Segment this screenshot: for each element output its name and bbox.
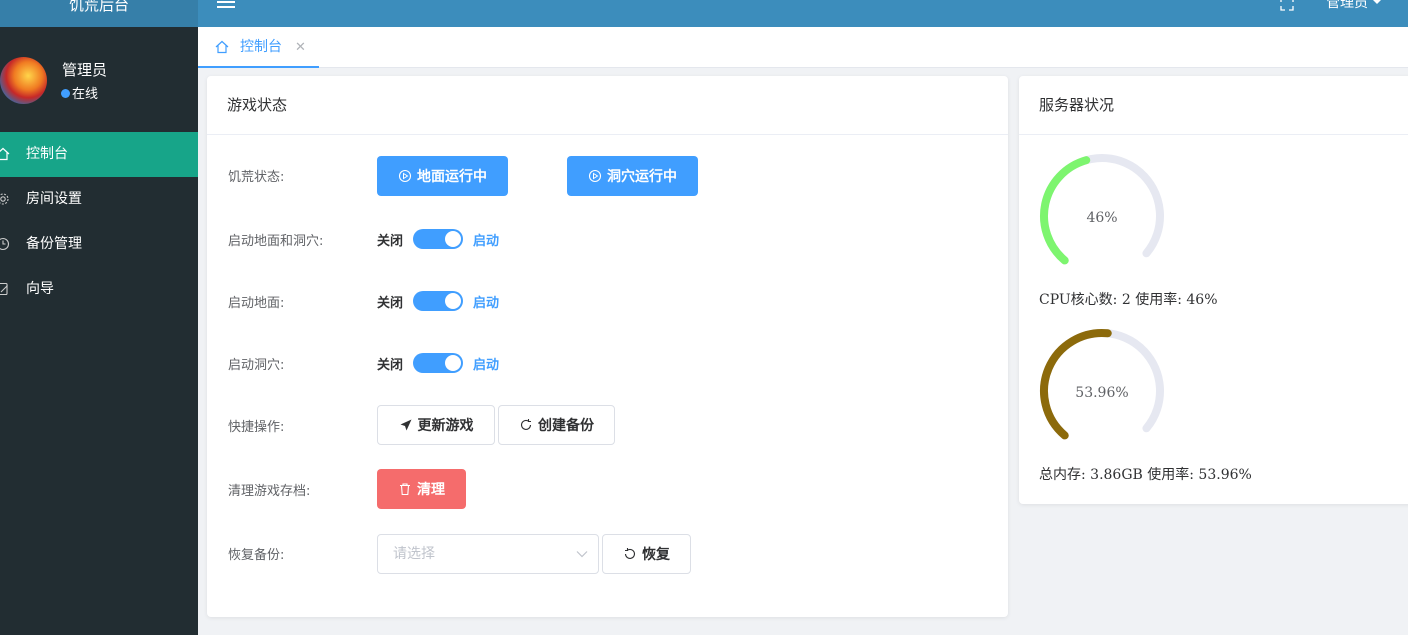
clear-save-label: 清理游戏存档:	[228, 484, 311, 499]
fullscreen-icon[interactable]	[1280, 0, 1294, 11]
sidebar: 管理员 在线 控制台 房间设置 备份管理 向导	[0, 27, 198, 635]
switch-off-text: 关闭	[377, 295, 404, 311]
gauge-fill	[1040, 156, 1091, 265]
menu-toggle-icon[interactable]	[217, 0, 235, 10]
start-cave-switch[interactable]	[413, 353, 464, 373]
online-dot-icon	[61, 89, 70, 98]
switch-knob	[445, 355, 462, 371]
avatar	[0, 57, 47, 104]
restore-button[interactable]: 恢复	[602, 534, 691, 574]
cpu-caption: CPU核心数: 2 使用率: 46%	[1039, 292, 1218, 308]
chevron-down-icon	[576, 551, 588, 558]
sidebar-item-guide[interactable]: 向导	[0, 267, 198, 312]
switch-knob	[445, 231, 462, 247]
status-label: 饥荒状态:	[228, 170, 285, 185]
cpu-gauge: 46%	[1040, 154, 1164, 265]
quick-actions-label: 快捷操作:	[228, 420, 285, 435]
home-icon	[215, 40, 229, 54]
user-status-text: 在线	[72, 87, 99, 102]
select-placeholder: 请选择	[393, 546, 435, 562]
guide-icon	[0, 282, 8, 296]
start-surface-switch-group: 关闭 启动	[377, 290, 499, 312]
update-game-button[interactable]: 更新游戏	[377, 405, 495, 445]
sidebar-item-label: 房间设置	[26, 191, 82, 207]
surface-running-button[interactable]: 地面运行中	[377, 156, 508, 196]
memory-caption: 总内存: 3.86GB 使用率: 53.96%	[1039, 467, 1252, 483]
backup-select[interactable]: 请选择	[377, 534, 599, 574]
sidebar-item-label: 备份管理	[26, 236, 82, 252]
restore-backup-label: 恢复备份:	[228, 548, 285, 563]
create-backup-button[interactable]: 创建备份	[498, 405, 615, 445]
app-title: 饥荒后台	[0, 0, 198, 27]
play-circle-icon	[588, 169, 602, 183]
button-label: 洞穴运行中	[607, 169, 677, 185]
button-label: 恢复	[642, 547, 670, 563]
cpu-gauge-value: 46%	[1086, 210, 1117, 226]
start-cave-switch-group: 关闭 启动	[377, 352, 499, 374]
tab-label: 控制台	[240, 39, 282, 55]
switch-off-text: 关闭	[377, 233, 404, 249]
card-title: 游戏状态	[207, 76, 1008, 135]
start-both-switch[interactable]	[413, 229, 464, 249]
start-cave-label: 启动洞穴:	[228, 358, 285, 373]
user-dropdown[interactable]: 管理员	[1326, 0, 1383, 10]
button-label: 更新游戏	[417, 418, 474, 434]
card-title: 服务器状况	[1019, 76, 1408, 135]
gear-icon	[0, 193, 9, 205]
switch-on-text: 启动	[473, 357, 500, 373]
trash-icon	[400, 483, 410, 496]
sidebar-item-room-settings[interactable]: 房间设置	[0, 177, 198, 222]
clear-button[interactable]: 清理	[377, 469, 466, 509]
sidebar-item-label: 控制台	[26, 146, 68, 162]
refresh-icon	[520, 419, 532, 430]
user-status: 在线	[61, 83, 98, 102]
sidebar-item-label: 向导	[26, 281, 54, 297]
user-dropdown-label: 管理员	[1326, 0, 1368, 11]
start-both-switch-group: 关闭 启动	[377, 228, 499, 250]
sidebar-item-backup[interactable]: 备份管理	[0, 222, 198, 267]
server-status-card: 服务器状况 46% CPU核心数: 2 使用率: 46% 53.96% 总内存:…	[1019, 76, 1408, 504]
clock-icon	[0, 237, 10, 251]
play-circle-icon	[398, 169, 412, 183]
refresh-icon	[624, 548, 636, 559]
switch-on-text: 启动	[473, 233, 500, 249]
switch-knob	[445, 293, 462, 309]
game-status-card: 游戏状态 饥荒状态: 地面运行中 洞穴运行中 启动地面和洞穴: 关闭 启动 启动…	[207, 76, 1008, 617]
tab-bar: 控制台 ✕	[198, 27, 1408, 68]
cave-running-button[interactable]: 洞穴运行中	[567, 156, 698, 196]
memory-gauge: 53.96%	[1040, 329, 1164, 440]
user-name: 管理员	[62, 61, 108, 79]
switch-off-text: 关闭	[377, 357, 404, 373]
tab-dashboard[interactable]: 控制台 ✕	[198, 27, 319, 68]
sidebar-item-dashboard[interactable]: 控制台	[0, 132, 198, 177]
button-label: 地面运行中	[417, 169, 487, 185]
top-header: 饥荒后台 管理员	[0, 0, 1408, 27]
close-icon[interactable]: ✕	[295, 27, 306, 68]
caret-down-icon	[1371, 0, 1383, 4]
button-label: 创建备份	[538, 418, 594, 434]
button-label: 清理	[417, 482, 445, 498]
send-icon	[400, 419, 411, 431]
home-icon	[0, 147, 10, 161]
start-surface-switch[interactable]	[413, 291, 464, 311]
start-surface-label: 启动地面:	[228, 296, 285, 311]
start-both-label: 启动地面和洞穴:	[228, 234, 324, 249]
memory-gauge-value: 53.96%	[1075, 385, 1128, 401]
switch-on-text: 启动	[473, 295, 500, 311]
